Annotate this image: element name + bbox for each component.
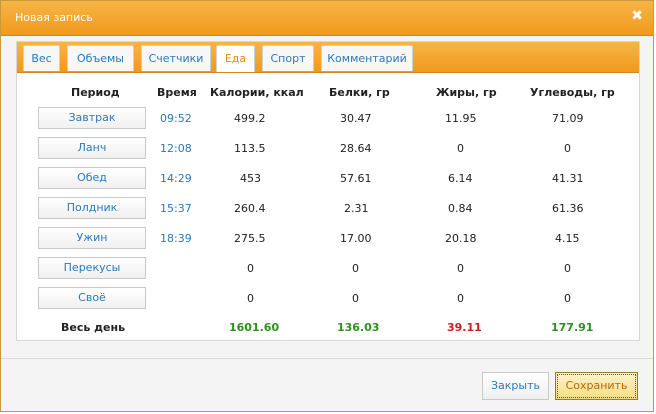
carbs-snack-afternoon: 61.36 [552, 202, 584, 215]
period-button-custom[interactable]: Своё [38, 287, 146, 309]
tab-sport[interactable]: Спорт [262, 45, 314, 71]
save-button[interactable]: Сохранить [555, 372, 638, 400]
new-entry-dialog: Новая запись ✖ Вес Объемы Счетчики Еда С… [0, 0, 654, 412]
total-label: Весь день [61, 321, 126, 334]
dialog-content: Вес Объемы Счетчики Еда Спорт Комментари… [16, 41, 640, 341]
header-fat: Жиры, гр [436, 86, 497, 99]
carbs-lunch: 0 [564, 142, 571, 155]
protein-snacks: 0 [352, 262, 359, 275]
tab-food[interactable]: Еда [216, 45, 255, 72]
calories-dinner: 453 [240, 172, 261, 185]
period-button-supper[interactable]: Ужин [38, 227, 146, 249]
tab-comment[interactable]: Комментарий [321, 45, 413, 71]
close-icon[interactable]: ✖ [631, 8, 643, 24]
calories-custom: 0 [247, 292, 254, 305]
calories-supper: 275.5 [234, 232, 266, 245]
time-dinner[interactable]: 14:29 [160, 172, 192, 185]
tab-measurements[interactable]: Объемы [67, 45, 134, 71]
carbs-supper: 4.15 [555, 232, 580, 245]
carbs-dinner: 41.31 [552, 172, 584, 185]
total-carbs: 177.91 [551, 321, 594, 334]
carbs-snacks: 0 [564, 262, 571, 275]
period-button-breakfast[interactable]: Завтрак [38, 107, 146, 129]
total-fat: 39.11 [447, 321, 482, 334]
carbs-breakfast: 71.09 [552, 112, 584, 125]
fat-dinner: 6.14 [448, 172, 473, 185]
calories-snack-afternoon: 260.4 [234, 202, 266, 215]
protein-breakfast: 30.47 [340, 112, 372, 125]
fat-lunch: 0 [457, 142, 464, 155]
calories-breakfast: 499.2 [234, 112, 266, 125]
time-supper[interactable]: 18:39 [160, 232, 192, 245]
time-breakfast[interactable]: 09:52 [160, 112, 192, 125]
fat-snack-afternoon: 0.84 [448, 202, 473, 215]
calories-lunch: 113.5 [234, 142, 266, 155]
close-button[interactable]: Закрыть [482, 372, 549, 400]
dialog-titlebar: Новая запись ✖ [1, 1, 653, 36]
tab-bar: Вес Объемы Счетчики Еда Спорт Комментари… [17, 42, 639, 73]
fat-breakfast: 11.95 [445, 112, 477, 125]
total-protein: 136.03 [337, 321, 380, 334]
carbs-custom: 0 [564, 292, 571, 305]
time-snack-afternoon[interactable]: 15:37 [160, 202, 192, 215]
header-calories: Калории, ккал [210, 86, 304, 99]
header-time: Время [157, 86, 197, 99]
fat-supper: 20.18 [445, 232, 477, 245]
footer-divider [1, 358, 653, 359]
total-calories: 1601.60 [229, 321, 280, 334]
protein-lunch: 28.64 [340, 142, 372, 155]
protein-snack-afternoon: 2.31 [344, 202, 369, 215]
header-period: Период [71, 86, 120, 99]
period-button-lunch[interactable]: Ланч [38, 137, 146, 159]
protein-dinner: 57.61 [340, 172, 372, 185]
period-button-snack-afternoon[interactable]: Полдник [38, 197, 146, 219]
header-protein: Белки, гр [329, 86, 390, 99]
protein-custom: 0 [352, 292, 359, 305]
period-button-dinner[interactable]: Обед [38, 167, 146, 189]
time-lunch[interactable]: 12:08 [160, 142, 192, 155]
dialog-title: Новая запись [15, 11, 93, 24]
fat-snacks: 0 [457, 262, 464, 275]
period-button-snacks[interactable]: Перекусы [38, 257, 146, 279]
protein-supper: 17.00 [340, 232, 372, 245]
header-carbs: Углеводы, гр [530, 86, 615, 99]
tab-counters[interactable]: Счетчики [141, 45, 211, 71]
calories-snacks: 0 [247, 262, 254, 275]
fat-custom: 0 [457, 292, 464, 305]
tab-weight[interactable]: Вес [23, 45, 60, 71]
